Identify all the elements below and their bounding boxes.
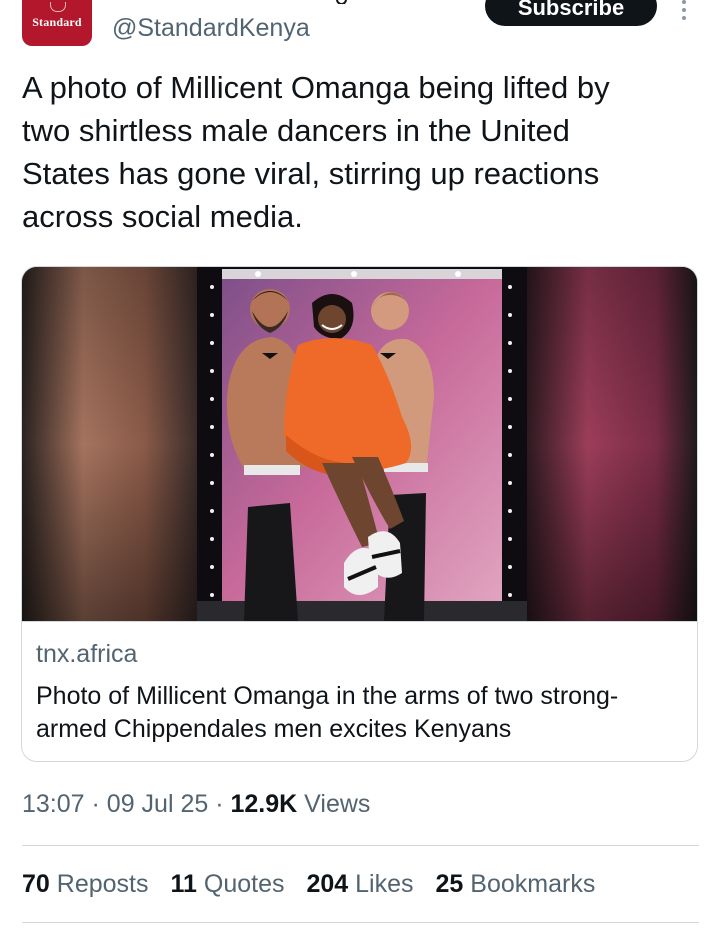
link-card-domain: tnx.africa [36, 640, 138, 668]
reposts-label: Reposts [56, 870, 149, 898]
link-card[interactable]: tnx.africa Photo of Millicent Omanga in … [21, 266, 698, 762]
likes-stat[interactable]: 204 Likes [306, 870, 413, 899]
quotes-stat[interactable]: 11 Quotes [170, 870, 284, 899]
likes-count: 204 [306, 870, 349, 898]
separator-dot: · [91, 790, 107, 818]
quotes-label: Quotes [203, 870, 285, 898]
crest-icon [50, 2, 66, 12]
reposts-count: 70 [22, 870, 50, 898]
link-card-title: Photo of Millicent Omanga in the arms of… [36, 682, 619, 743]
reposts-stat[interactable]: 70 Reposts [22, 870, 148, 899]
account-handle[interactable]: @StandardKenya [112, 14, 310, 43]
bookmarks-label: Bookmarks [470, 870, 596, 898]
views-count: 12.9K [230, 790, 298, 818]
link-card-meta[interactable]: tnx.africa Photo of Millicent Omanga in … [22, 621, 697, 761]
quotes-count: 11 [170, 870, 197, 898]
divider [22, 845, 699, 846]
display-name-clipped [308, 0, 348, 4]
separator-dot: · [215, 790, 231, 818]
bookmarks-stat[interactable]: 25 Bookmarks [436, 870, 596, 899]
likes-label: Likes [355, 870, 414, 898]
tweet-date[interactable]: 09 Jul 25 [107, 790, 208, 818]
avatar-logo-text: Standard [32, 15, 82, 29]
views-label: Views [304, 790, 371, 818]
link-card-image[interactable] [22, 267, 697, 621]
bookmarks-count: 25 [435, 870, 464, 898]
tweet-text: A photo of Millicent Omanga being lifted… [22, 70, 610, 234]
tweet-stats: 70 Reposts 11 Quotes 204 Likes 25 Bookma… [22, 870, 617, 899]
account-avatar[interactable]: Standard [22, 0, 92, 46]
divider [22, 922, 699, 923]
more-options-icon[interactable] [679, 0, 689, 22]
subscribe-button[interactable]: Subscribe [485, 0, 657, 26]
tweet-time[interactable]: 13:07 [22, 790, 85, 818]
tweet-meta: 13:07 · 09 Jul 25 · 12.9K Views [22, 790, 370, 819]
